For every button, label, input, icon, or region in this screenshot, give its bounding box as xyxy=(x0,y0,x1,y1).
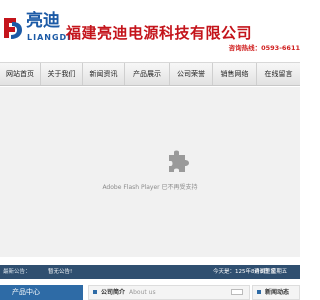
about-panel-header: 公司简介 About us xyxy=(88,285,250,300)
nav-item-about[interactable]: 关于我们 xyxy=(41,63,83,85)
about-panel-title: 公司简介 xyxy=(101,289,126,296)
products-panel-title: 产品中心 xyxy=(12,288,40,296)
bullet-icon xyxy=(93,290,97,294)
notice-bar: 最新公告： 暂无公告! 今天是：125年8月8日 星期五 请调整您 xyxy=(0,265,300,279)
logo-text: 亮迪 xyxy=(26,11,60,31)
products-panel-header: 产品中心 xyxy=(0,285,83,300)
nav-item-sales-network[interactable]: 销售网络 xyxy=(213,63,257,85)
main-nav: 网站首页 关于我们 新闻资讯 产品展示 公司荣誉 销售网络 在线留言 xyxy=(0,62,300,86)
nav-item-news[interactable]: 新闻资讯 xyxy=(83,63,125,85)
notice-tip-link[interactable]: 请调整您 xyxy=(254,265,276,279)
news-panel-title: 新闻动态 xyxy=(265,289,290,296)
news-panel-header: 新闻动态 xyxy=(252,285,300,300)
notice-message[interactable]: 暂无公告! xyxy=(48,265,72,279)
flash-unsupported-message: Adobe Flash Player 已不再受支持 xyxy=(102,184,198,191)
nav-item-home[interactable]: 网站首页 xyxy=(0,63,41,85)
nav-item-products[interactable]: 产品展示 xyxy=(125,63,170,85)
flash-banner xyxy=(0,87,300,257)
notice-label: 最新公告： xyxy=(3,269,31,275)
about-panel-subtitle: About us xyxy=(129,289,156,296)
plugin-icon xyxy=(169,150,189,172)
bullet-icon xyxy=(257,290,261,294)
more-button[interactable] xyxy=(231,289,243,295)
site-header: 亮迪 LIANGDI 福建亮迪电源科技有限公司 咨询热线：0593-6611 xyxy=(0,0,300,62)
logo-icon xyxy=(4,18,22,39)
hotline-text: 咨询热线：0593-6611 xyxy=(228,44,300,52)
date-text: 今天是：125年8月8日 星期五 xyxy=(213,269,288,275)
company-name: 福建亮迪电源科技有限公司 xyxy=(66,24,253,42)
logo-english-text: LIANGDI xyxy=(27,33,72,42)
nav-item-honors[interactable]: 公司荣誉 xyxy=(170,63,213,85)
nav-item-message[interactable]: 在线留言 xyxy=(257,63,300,85)
